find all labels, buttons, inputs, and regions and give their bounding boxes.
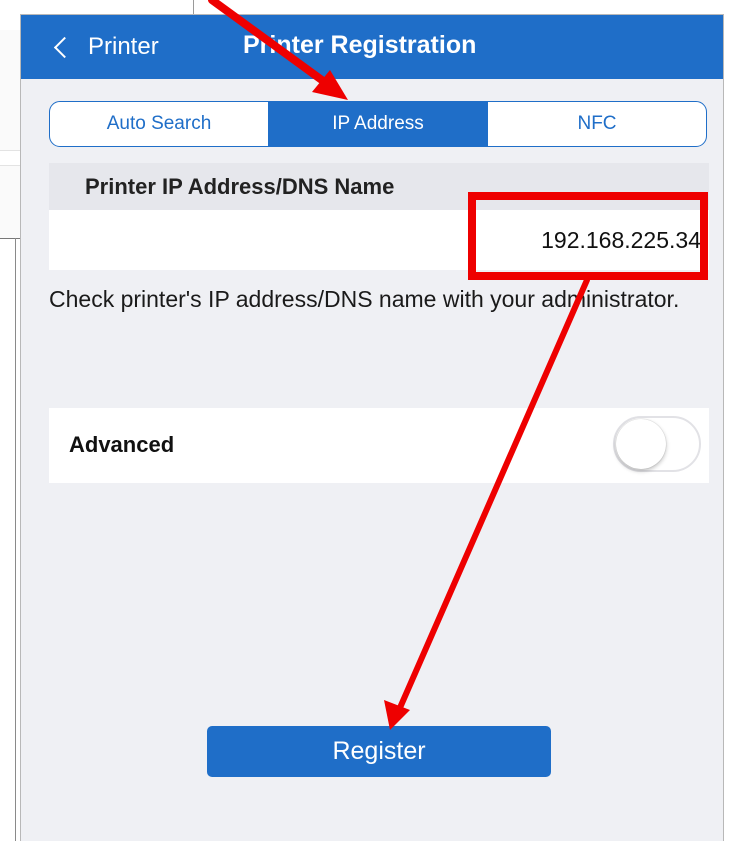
background-divider	[0, 238, 20, 239]
screenshot-canvas: Printer Printer Registration Auto Search…	[0, 0, 742, 841]
tab-ip-address[interactable]: IP Address	[268, 102, 487, 146]
search-method-tabs: Auto Search IP Address NFC	[49, 101, 707, 147]
page-title: Printer Registration	[243, 31, 477, 59]
background-band	[0, 165, 20, 238]
ip-address-row	[49, 210, 709, 270]
advanced-toggle[interactable]	[613, 416, 701, 472]
background-divider	[193, 0, 194, 15]
advanced-label: Advanced	[69, 432, 175, 457]
navigation-bar: Printer Printer Registration	[21, 15, 723, 79]
ip-helper-text: Check printer's IP address/DNS name with…	[49, 286, 680, 312]
ip-section-title: Printer IP Address/DNS Name	[85, 174, 395, 199]
register-button[interactable]: Register	[207, 726, 551, 777]
ip-address-input[interactable]	[301, 222, 701, 258]
background-band	[0, 30, 20, 151]
chevron-left-icon	[53, 36, 76, 58]
back-button[interactable]: Printer	[51, 27, 159, 67]
back-button-label: Printer	[88, 33, 159, 60]
tab-auto-search[interactable]: Auto Search	[50, 102, 268, 146]
app-screen: Printer Printer Registration Auto Search…	[20, 14, 724, 841]
background-divider	[15, 238, 16, 841]
toggle-knob	[616, 419, 666, 469]
ip-section-header: Printer IP Address/DNS Name	[49, 163, 709, 210]
advanced-row: Advanced	[49, 408, 709, 483]
tab-nfc[interactable]: NFC	[487, 102, 706, 146]
